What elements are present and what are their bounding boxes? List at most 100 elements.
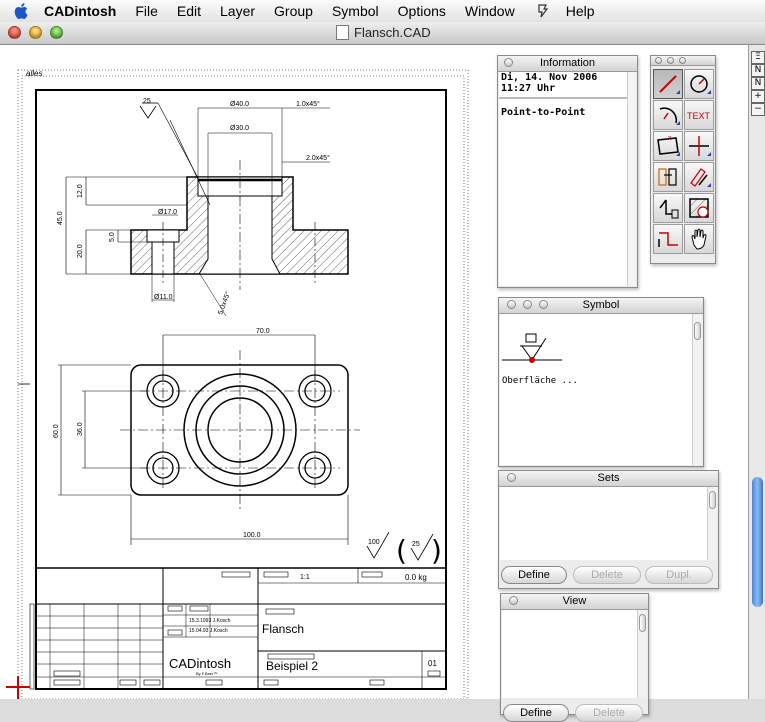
symbol-scrollbar[interactable]	[692, 314, 702, 465]
window-title-text: Flansch.CAD	[354, 25, 431, 40]
panel-minimize-icon[interactable]	[523, 300, 532, 309]
tool-palette-title[interactable]	[651, 56, 715, 66]
view-title-text: View	[562, 595, 587, 607]
sheet-inner-border	[21, 75, 465, 699]
dim-w70: 70.0	[256, 328, 270, 335]
layer-label: alles	[26, 69, 42, 78]
view-delete-button[interactable]: Delete	[575, 704, 643, 722]
information-content: Di, 14. Nov 2006 11:27 Uhr Point-to-Poin…	[499, 72, 636, 286]
palette-zoom-icon[interactable]	[679, 57, 686, 64]
symbol-content[interactable]: Oberfläche ...	[500, 314, 702, 465]
sets-duplicate-button[interactable]: Dupl.	[645, 566, 713, 584]
info-scrollbar[interactable]	[627, 72, 636, 286]
sets-scroll-thumb[interactable]	[709, 491, 716, 509]
menu-layer[interactable]: Layer	[220, 3, 255, 19]
palette-min-icon[interactable]	[667, 57, 674, 64]
information-panel[interactable]: Information Di, 14. Nov 2006 11:27 Uhr P…	[497, 55, 638, 288]
panel-close-icon[interactable]	[504, 58, 513, 67]
dim-chamfer1: 1.0x45°	[296, 100, 320, 108]
zoom-out-button[interactable]: −	[751, 103, 765, 116]
sets-panel-title[interactable]: Sets	[499, 471, 718, 487]
drawing-canvas[interactable]: alles 25 Ø40.0 1.0x45° Ø30.0 2.0x45° 12.…	[0, 45, 748, 722]
view-scrollbar[interactable]	[637, 610, 647, 698]
menu-edit[interactable]: Edit	[177, 3, 201, 19]
window-title: Flansch.CAD	[336, 25, 431, 40]
apple-menu-icon[interactable]	[12, 1, 32, 21]
sets-define-button[interactable]: Define	[501, 566, 567, 584]
view-toggle-button-2[interactable]: N	[751, 64, 765, 77]
menu-group[interactable]: Group	[274, 3, 313, 19]
symbol-name: Oberfläche ...	[502, 376, 578, 386]
crosshair-cursor-icon	[6, 676, 30, 699]
panel-zoom-icon[interactable]	[539, 300, 548, 309]
roughness-25: 25	[412, 541, 420, 548]
line-tool-icon[interactable]	[653, 69, 683, 99]
vertical-scrollbar-thumb[interactable]	[752, 477, 763, 607]
hatch-tool-icon[interactable]	[684, 193, 714, 223]
circle-tool-icon[interactable]	[684, 69, 714, 99]
menu-symbol[interactable]: Symbol	[332, 3, 379, 19]
trim-tool-icon[interactable]	[653, 193, 683, 223]
move-tool-icon[interactable]	[653, 162, 683, 192]
dim-chamfer2: 2.0x45°	[306, 154, 330, 162]
bracket-close: )	[431, 534, 442, 567]
menu-window[interactable]: Window	[465, 3, 515, 19]
symbol-panel[interactable]: Symbol Oberfläche ...	[498, 297, 704, 467]
menu-help[interactable]: Help	[566, 3, 595, 19]
plan-view: 70.0 60.0 36.0 100.0 100 ( 25 )	[53, 328, 442, 567]
edit-tool-icon[interactable]	[684, 162, 714, 192]
view-toggle-button-3[interactable]: N	[751, 77, 765, 90]
menu-app[interactable]: CADintosh	[44, 3, 116, 19]
text-tool-icon[interactable]: TEXT	[684, 100, 714, 130]
sets-list[interactable]	[500, 487, 717, 560]
surface-symbol-icon[interactable]	[502, 332, 572, 382]
hand-tool-icon[interactable]	[684, 224, 714, 254]
sets-delete-button[interactable]: Delete	[573, 566, 641, 584]
view-panel-title[interactable]: View	[501, 594, 648, 610]
right-edge-strip: Ξ N N + −	[748, 45, 765, 699]
view-list[interactable]	[502, 610, 647, 698]
rectangle-tool-icon[interactable]: x	[653, 131, 683, 161]
palette-close-icon[interactable]	[655, 57, 662, 64]
dim-h5: 5.0	[109, 232, 116, 242]
panel-close-icon[interactable]	[507, 300, 516, 309]
zoom-button[interactable]	[50, 26, 63, 39]
title-block	[29, 567, 446, 690]
sets-scrollbar[interactable]	[707, 487, 717, 560]
minimize-button[interactable]	[29, 26, 42, 39]
sets-panel[interactable]: Sets Define Delete Dupl.	[498, 470, 719, 589]
titleblock-name: Flansch	[262, 622, 304, 636]
titleblock-logo-sub: By F.Baer™	[196, 671, 217, 676]
titleblock-revision-2: 15.04.93 J.Kosch	[189, 628, 228, 634]
titleblock-drawing-number: Beispiel 2	[266, 659, 318, 673]
crosshair-tool-icon[interactable]	[684, 131, 714, 161]
view-define-button[interactable]: Define	[503, 704, 569, 722]
view-toggle-button-1[interactable]: Ξ	[751, 51, 765, 64]
arc-tool-icon[interactable]	[653, 100, 683, 130]
menu-file[interactable]: File	[135, 3, 158, 19]
symbol-panel-title[interactable]: Symbol	[499, 298, 703, 314]
document-icon	[336, 25, 349, 40]
symbol-scroll-thumb[interactable]	[694, 322, 701, 340]
close-button[interactable]	[8, 26, 21, 39]
dim-h60: 60.0	[53, 424, 60, 438]
titleblock-revision-1: 15.3.1993 J.Kosch	[189, 618, 231, 624]
view-panel[interactable]: View Define Delete	[500, 593, 649, 722]
bracket-open: (	[396, 534, 407, 567]
zoom-in-button[interactable]: +	[751, 90, 765, 103]
info-mode: Point-to-Point	[501, 107, 586, 118]
menu-options[interactable]: Options	[398, 3, 446, 19]
window-titlebar[interactable]: Flansch.CAD	[0, 22, 765, 45]
panel-close-icon[interactable]	[507, 473, 516, 482]
dim-dia11: Ø11.0	[154, 294, 173, 301]
panel-close-icon[interactable]	[509, 596, 518, 605]
information-panel-title[interactable]: Information	[498, 56, 637, 72]
script-menu-icon[interactable]	[534, 3, 550, 19]
dim-h20: 20.0	[77, 244, 84, 258]
dim-h36: 36.0	[77, 422, 84, 436]
polyline-tool-icon[interactable]	[653, 224, 683, 254]
dim-dia30: Ø30.0	[230, 125, 249, 132]
tool-palette[interactable]: TEXT x	[650, 55, 716, 264]
view-scroll-thumb[interactable]	[639, 614, 646, 632]
titleblock-logo: CADintosh	[169, 656, 231, 671]
